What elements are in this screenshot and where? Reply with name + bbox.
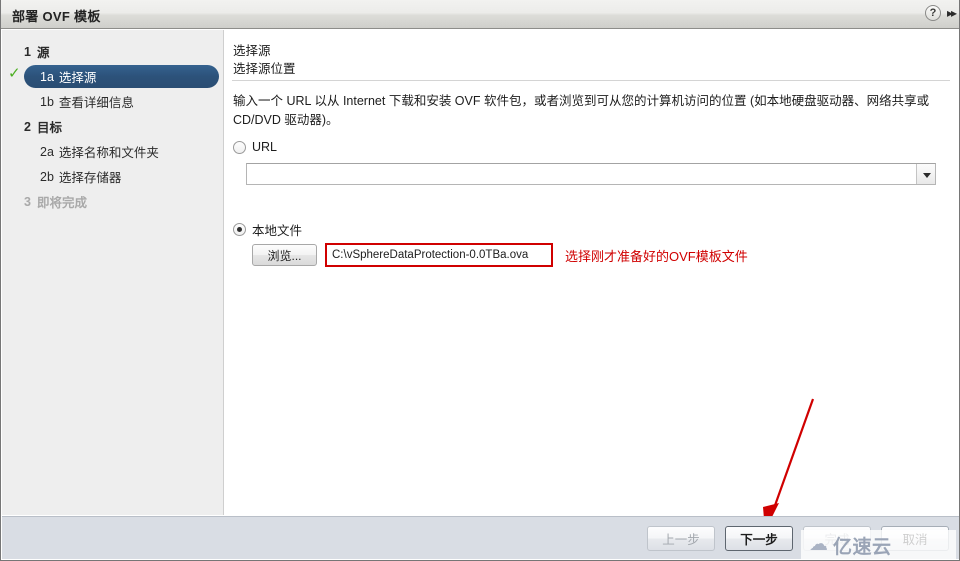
browse-button[interactable]: 浏览... [252,244,317,266]
local-file-radio-option[interactable]: 本地文件 [233,220,302,239]
dialog-footer: 上一步 下一步 完成 取消 [2,516,959,559]
step-label: 选择源 [58,71,97,85]
url-radio-button[interactable] [233,140,246,154]
wizard-steps-list: 1 源 ✓ 1a 选择源 1b 查看详细信息 2 目标 2a 选择名称和文件夹 [2,30,223,214]
page-description: 输入一个 URL 以从 Internet 下载和安装 OVF 软件包，或者浏览到… [233,94,930,127]
sidebar-item-select-source[interactable]: ✓ 1a 选择源 [2,64,223,89]
sidebar-item-destination[interactable]: 2 目标 [2,114,223,139]
cancel-button[interactable]: 取消 [881,525,949,551]
back-button: 上一步 [647,525,715,551]
sidebar-item-select-name-folder[interactable]: 2a 选择名称和文件夹 [2,139,223,164]
step-number: 2 [24,119,31,134]
sidebar-item-review-details[interactable]: 1b 查看详细信息 [2,89,223,114]
dialog-title: 部署 OVF 模板 [12,9,101,24]
chevron-down-icon[interactable] [916,164,935,184]
next-button[interactable]: 下一步 [725,525,793,551]
step-number: 1a [40,69,54,84]
url-input[interactable] [247,164,916,184]
annotation-text: 选择刚才准备好的OVF模板文件 [565,249,748,264]
step-number: 1b [40,94,54,109]
header-divider [232,80,950,81]
sidebar-item-ready-to-complete: 3 即将完成 [2,189,223,214]
step-label: 查看详细信息 [58,96,134,110]
url-radio-option[interactable]: URL [233,140,277,154]
step-label: 即将完成 [36,196,87,210]
url-combobox[interactable] [246,163,936,185]
step-label: 目标 [36,121,62,135]
sidebar-item-select-storage[interactable]: 2b 选择存储器 [2,164,223,189]
finish-button: 完成 [803,525,871,551]
url-radio-label: URL [252,140,278,154]
step-label: 选择名称和文件夹 [58,146,159,160]
page-subtitle: 选择源位置 [233,62,296,76]
local-file-radio-button[interactable] [233,223,246,236]
step-number: 2a [40,144,54,159]
dialog-title-bar: 部署 OVF 模板 ? ▸▸ [1,0,959,29]
step-label: 源 [36,46,50,60]
step-label: 选择存储器 [58,171,122,185]
sidebar-item-source[interactable]: 1 源 [2,39,223,64]
deploy-ovf-template-dialog: 部署 OVF 模板 ? ▸▸ 1 源 ✓ 1a 选择源 1b 查看详细信息 2 … [0,0,960,561]
checkmark-icon: ✓ [8,65,21,82]
step-number: 1 [24,44,31,59]
page-title: 选择源 [233,44,271,58]
step-number: 3 [24,194,31,209]
title-bar-icons: ? ▸▸ [924,5,957,21]
file-path-field[interactable]: C:\vSphereDataProtection-0.0TBa.ova [325,243,553,267]
double-chevron-right-icon[interactable]: ▸▸ [947,5,957,21]
step-number: 2b [40,169,54,184]
help-icon[interactable]: ? [924,5,941,21]
local-file-radio-label: 本地文件 [252,224,303,238]
wizard-steps-sidebar: 1 源 ✓ 1a 选择源 1b 查看详细信息 2 目标 2a 选择名称和文件夹 [2,30,224,515]
wizard-content-panel: 选择源 选择源位置 输入一个 URL 以从 Internet 下载和安装 OVF… [225,30,959,515]
